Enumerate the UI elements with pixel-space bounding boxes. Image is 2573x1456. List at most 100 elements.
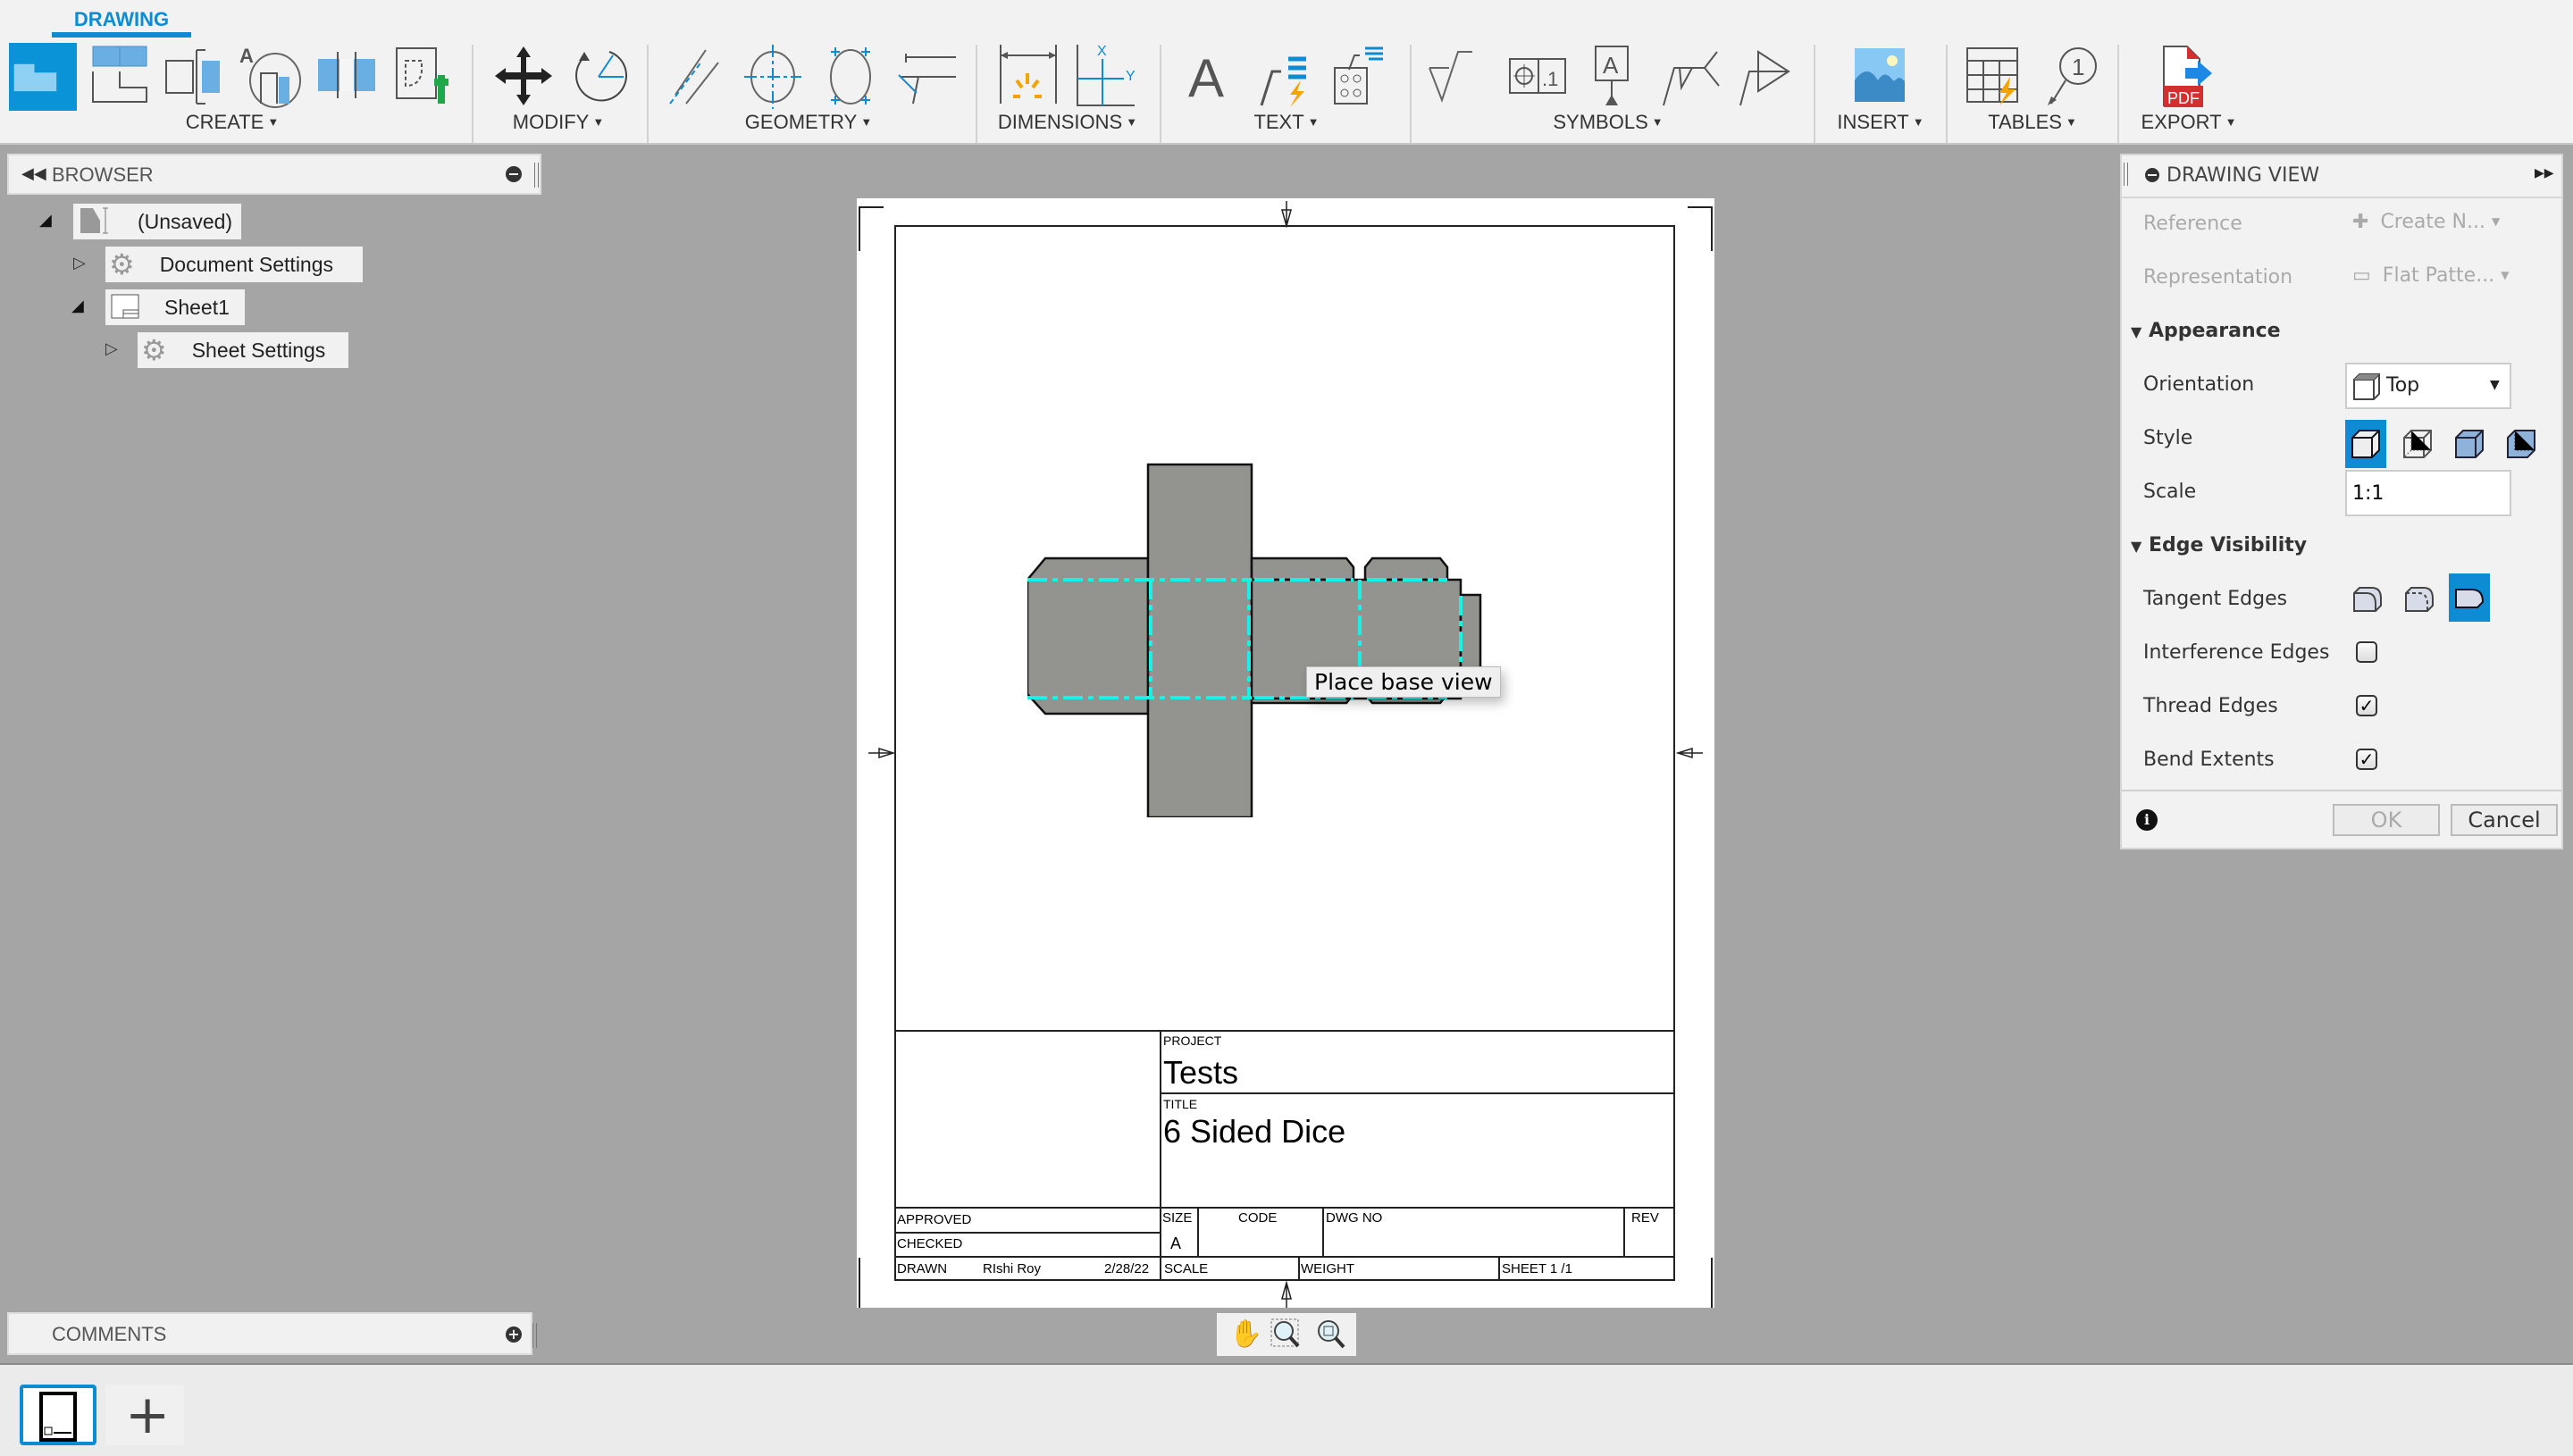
info-icon[interactable]: i [2136,809,2158,831]
representation-label: Representation [2143,266,2293,289]
bend-extents-checkbox[interactable]: ✓ [2356,749,2377,770]
tangent-edges-off-button[interactable] [2449,573,2490,622]
tree-node-document-settings[interactable]: ⚙ Document Settings [105,247,363,282]
leader-icon[interactable] [1249,41,1320,111]
expand-triangle-icon[interactable]: ▷ [73,254,86,272]
tree-node-unsaved[interactable]: (Unsaved) [73,204,241,239]
projected-view-icon[interactable] [86,41,157,111]
rotate-icon[interactable] [563,41,634,111]
representation-dropdown: ▭ Flat Patte... ▼ [2352,264,2510,287]
tab-drawing[interactable]: DRAWING [54,4,189,36]
table-icon[interactable] [1958,41,2030,111]
thread-edges-checkbox[interactable]: ✓ [2356,695,2377,716]
ok-button[interactable]: OK [2333,804,2440,836]
text-group-label[interactable]: TEXT ▼ [1233,111,1340,134]
collapse-triangle-icon[interactable]: ◢ [71,297,84,315]
break-view-icon[interactable] [311,41,382,111]
tb-rule [1160,1092,1675,1094]
plus-outline-icon: ✚ [2352,211,2369,233]
zoom-fit-icon[interactable] [1315,1318,1347,1351]
flat-pattern-preview[interactable] [1027,460,1537,817]
tables-group-label[interactable]: TABLES ▼ [1974,111,2091,134]
flat-pattern-icon: ▭ [2352,264,2371,287]
trim-mark [1711,1258,1713,1308]
svg-text:X: X [1097,44,1107,59]
svg-text:A: A [1603,52,1619,79]
active-tab-indicator [52,32,191,38]
base-view-icon[interactable] [9,43,77,111]
dialog-header: DRAWING VIEW ▶▶ [2122,155,2561,198]
surface-texture-icon[interactable] [1422,41,1494,111]
interference-edges-checkbox[interactable] [2356,641,2377,663]
modify-group-label[interactable]: MODIFY ▼ [482,111,634,134]
pdf-export-icon[interactable]: PDF [2150,41,2221,111]
resize-handle[interactable] [534,163,539,188]
style-shaded-button[interactable] [2449,420,2490,468]
left-face-with-tabs [1027,556,1150,715]
cancel-button[interactable]: Cancel [2451,804,2558,836]
sketch-icon[interactable] [386,41,457,111]
svg-text:A: A [1188,48,1224,108]
tree-node-sheet1[interactable]: Sheet1 [105,289,245,325]
tb-rule [894,1207,1675,1209]
section-view-icon[interactable] [161,41,232,111]
add-sheet-button[interactable]: + [105,1385,184,1445]
expand-dialog-icon[interactable]: ▶▶ [2535,166,2554,180]
welding-symbol-icon[interactable] [1655,41,1726,111]
expand-triangle-icon[interactable]: ▷ [105,339,118,358]
collapse-triangle-icon[interactable]: ◢ [39,211,52,230]
feature-control-frame-icon[interactable]: .1 [1501,41,1572,111]
dimension-icon[interactable] [992,41,1063,111]
group-separator [1160,45,1161,143]
geometry-group-label[interactable]: GEOMETRY ▼ [724,111,893,134]
sheet1-thumbnail-tab[interactable] [20,1385,96,1445]
collapse-panel-icon[interactable]: ◀◀ [21,164,46,183]
center-column [1146,463,1253,817]
tree-node-sheet-settings[interactable]: ⚙ Sheet Settings [138,332,348,368]
edge-symbol-icon[interactable] [1731,41,1803,111]
pin-dialog-icon[interactable] [2145,168,2159,182]
drawn-label: DRAWN [897,1261,948,1276]
insert-group-label[interactable]: INSERT ▼ [1823,111,1939,134]
text-icon[interactable]: A [1174,41,1245,111]
ordinate-dimension-icon[interactable]: XY [1070,41,1142,111]
drawing-view-dialog: DRAWING VIEW ▶▶ Reference ✚ Create N... … [2120,154,2563,849]
orientation-select[interactable]: Top ▼ [2345,363,2511,409]
tangent-edges-full-button[interactable] [2351,579,2386,623]
style-shaded-hidden-button[interactable] [2501,420,2542,468]
hole-callout-icon[interactable] [1322,41,1394,111]
symbols-group-label[interactable]: SYMBOLS ▼ [1519,111,1697,134]
group-separator [2117,45,2119,143]
browser-title: BROWSER [52,163,154,186]
center-mark-pattern-icon[interactable] [815,41,886,111]
add-comment-icon[interactable]: + [506,1326,522,1343]
tb-rule [894,1232,1160,1234]
plus-icon: + [125,1384,171,1446]
cube-shaded-icon [2455,430,2484,458]
zoom-window-icon[interactable] [1270,1318,1303,1351]
resize-handle[interactable] [532,1323,537,1348]
tb-rule [894,1030,1675,1032]
insert-image-icon[interactable] [1844,41,1915,111]
resize-handle[interactable] [2124,163,2128,186]
appearance-section-toggle[interactable]: ▼ Appearance [2131,320,2281,342]
style-hidden-edges-button[interactable] [2397,420,2438,468]
detail-view-icon[interactable]: A [236,41,307,111]
pin-panel-icon[interactable] [506,166,522,182]
export-group-label[interactable]: EXPORT ▼ [2126,111,2251,134]
group-separator [1946,45,1948,143]
dimensions-group-label[interactable]: DIMENSIONS ▼ [987,111,1148,134]
balloon-icon[interactable]: 1 [2037,41,2108,111]
datum-identifier-icon[interactable]: A [1576,41,1647,111]
move-icon[interactable] [488,41,559,111]
edge-extension-icon[interactable] [892,41,963,111]
tangent-edges-shortened-button[interactable] [2402,579,2438,623]
center-mark-icon[interactable] [737,41,809,111]
pan-hand-icon[interactable]: ✋ [1229,1318,1262,1350]
gear-icon: ⚙ [141,334,167,366]
create-group-label[interactable]: CREATE ▼ [143,111,322,134]
edge-visibility-section-toggle[interactable]: ▼ Edge Visibility [2131,534,2307,556]
scale-input[interactable] [2345,470,2511,516]
style-visible-edges-button[interactable] [2345,420,2386,468]
centerline-icon[interactable] [659,41,731,111]
